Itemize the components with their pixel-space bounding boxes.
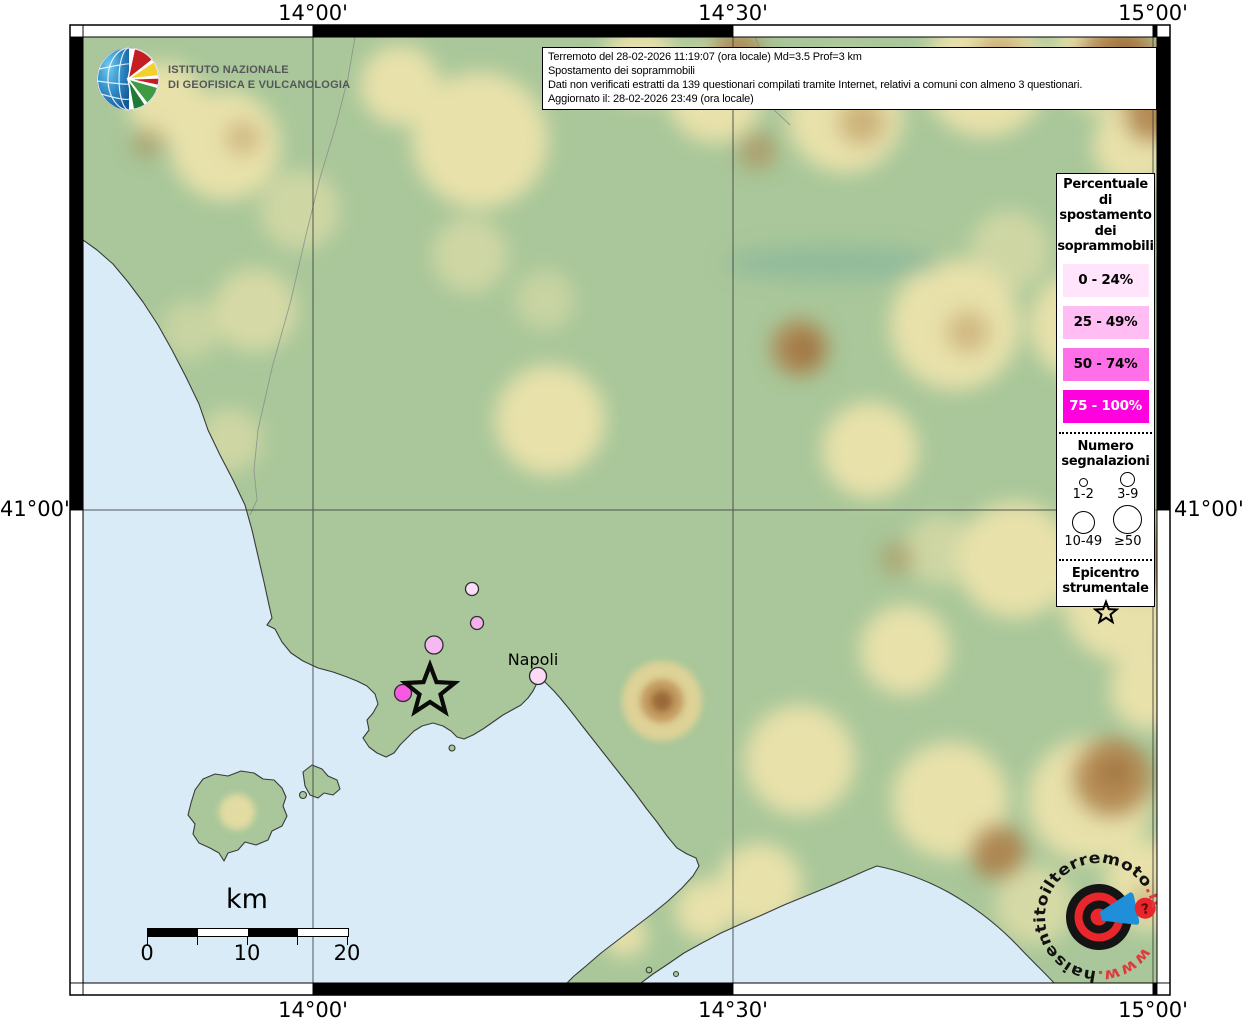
ingv-name-line1: ISTITUTO NAZIONALE: [168, 63, 350, 78]
nisida-islet: [449, 745, 455, 751]
ingv-name-line2: DI GEOFISICA E VULCANOLOGIA: [168, 78, 350, 93]
ingv-globe-icon: [97, 48, 159, 110]
signal-circle-50plus: [1113, 505, 1142, 534]
legend-box: Percentuale di spostamento dei soprammob…: [1056, 173, 1155, 607]
intensity-dot: [466, 583, 479, 596]
axis-label-left-41-00: 41°00': [0, 497, 65, 521]
intensity-dot: [425, 636, 443, 654]
axis-label-bottom-14-30: 14°30': [673, 998, 793, 1022]
info-line-updated: Aggiornato il: 28-02-2026 23:49 (ora loc…: [548, 92, 1151, 106]
legend-title: Percentuale di spostamento dei soprammob…: [1057, 174, 1154, 255]
scalebar-unit: km: [197, 884, 297, 915]
legend-separator: [1059, 432, 1152, 434]
legend-swatch-25-49: 25 - 49%: [1063, 306, 1149, 339]
info-line-subject: Spostamento dei soprammobili: [548, 64, 1151, 78]
info-line-event: Terremoto del 28-02-2026 11:19:07 (ora l…: [548, 50, 1151, 64]
signal-circle-3-9: [1120, 472, 1135, 487]
info-line-source: Dati non verificati estratti da 139 ques…: [548, 78, 1151, 92]
signal-circle-10-49: [1072, 511, 1095, 534]
li-galli-islet: [674, 972, 679, 977]
earthquake-info-box: Terremoto del 28-02-2026 11:19:07 (ora l…: [542, 47, 1157, 110]
ingv-logo-text: ISTITUTO NAZIONALE DI GEOFISICA E VULCAN…: [168, 63, 350, 93]
legend-epicenter-title: Epicentro: [1057, 566, 1154, 582]
legend-separator: [1059, 559, 1152, 561]
legend-swatch-0-24: 0 - 24%: [1063, 264, 1149, 297]
axis-label-top-14-00: 14°00': [253, 1, 373, 25]
legend-swatch-50-74: 50 - 74%: [1063, 348, 1149, 381]
axis-label-bottom-14-00: 14°00': [253, 998, 373, 1022]
intensity-dot: [471, 617, 484, 630]
map-screenshot: ? www.haisentitoilterremoto.it: [0, 0, 1258, 1024]
city-label-napoli: Napoli: [492, 650, 574, 669]
scalebar: [147, 928, 349, 937]
legend-signals-title: Numero: [1057, 439, 1154, 455]
axis-label-top-15-00: 15°00': [1093, 1, 1213, 25]
scalebar-label-20: 20: [317, 941, 377, 965]
legend-signal-sizes-row1: 1-2 3-9: [1057, 470, 1154, 503]
vesuvius: [622, 661, 702, 741]
scalebar-label-10: 10: [217, 941, 277, 965]
ischia-highland: [219, 794, 255, 830]
legend-signal-sizes-row2: 10-49 ≥50: [1057, 503, 1154, 550]
scalebar-label-0: 0: [117, 941, 177, 965]
li-galli-islet: [646, 967, 652, 973]
legend-epicenter-star-icon: [1092, 599, 1120, 625]
axis-label-top-14-30: 14°30': [673, 1, 793, 25]
axis-label-bottom-15-00: 15°00': [1093, 998, 1213, 1022]
signal-circle-1-2: [1079, 478, 1088, 487]
legend-swatch-75-100: 75 - 100%: [1063, 390, 1149, 423]
intensity-dot-napoli: [530, 668, 547, 685]
axis-label-right-41-00: 41°00': [1174, 497, 1244, 521]
